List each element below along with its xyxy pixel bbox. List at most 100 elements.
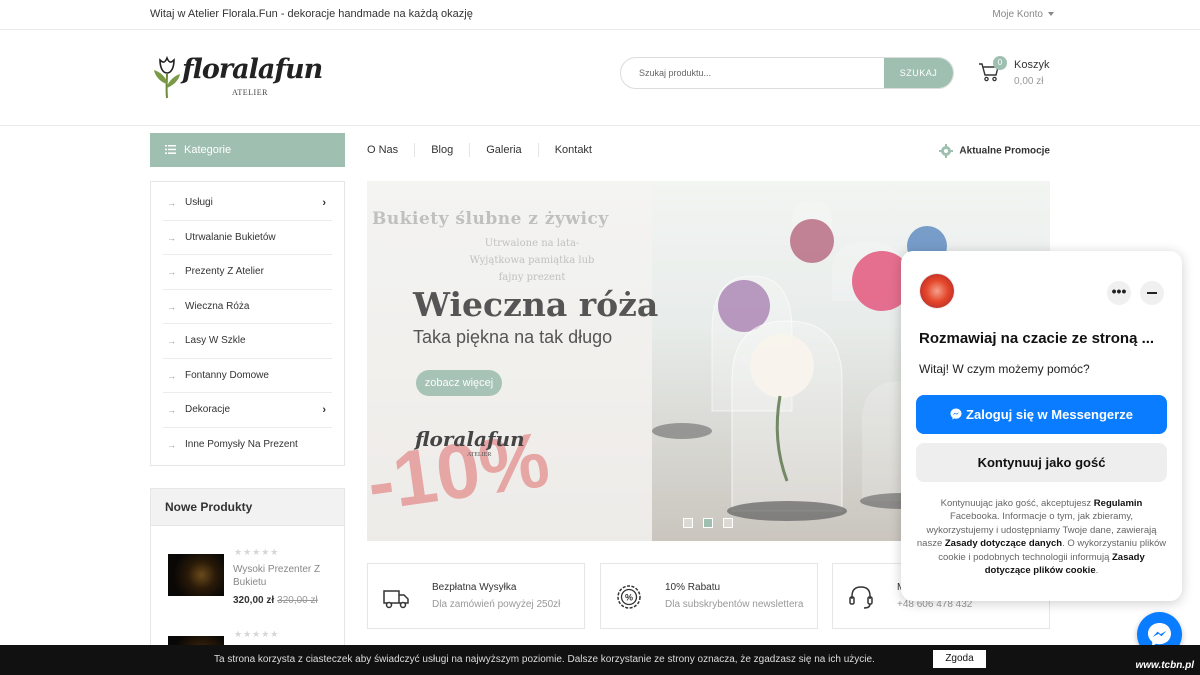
category-list: → Usługi › → Utrwalanie Bukietów → Prezenty …: [150, 181, 345, 466]
category-label: Lasy W Szkle: [185, 335, 246, 346]
nav-item-blog[interactable]: Blog: [414, 143, 469, 157]
messenger-chat-widget: ••• Rozmawiaj na czacie ze stroną ... Wi…: [901, 251, 1182, 601]
arrow-right-icon: →: [167, 336, 176, 346]
rating-stars-icon: ★★★★★: [234, 547, 280, 557]
welcome-text: Witaj w Atelier Florala.Fun - dekoracje …: [150, 8, 473, 20]
truck-icon: [383, 590, 409, 609]
more-options-icon[interactable]: •••: [1107, 281, 1131, 305]
messenger-login-button[interactable]: Zaloguj się w Messengerze: [916, 395, 1167, 434]
category-item-dekoracje[interactable]: → Dekoracje ›: [163, 393, 332, 428]
slide-logo-sub: ATELIER: [467, 452, 492, 458]
arrow-right-icon: →: [167, 198, 176, 208]
account-label: Moje Konto: [992, 9, 1043, 20]
info-title: Bezpłatna Wysyłka: [432, 582, 517, 593]
nav-item-galeria[interactable]: Galeria: [469, 143, 537, 157]
legal-text-1: Kontynuując jako gość, akceptujesz: [940, 498, 1094, 509]
gear-icon: [939, 144, 954, 158]
chevron-right-icon: ›: [322, 404, 326, 416]
category-item-inne-pomysly[interactable]: → Inne Pomysły Na Prezent: [163, 428, 332, 463]
bg-line: Utrwalone na lata-: [484, 238, 580, 249]
nav-item-o-nas[interactable]: O Nas: [367, 143, 414, 157]
category-label: Fontanny Domowe: [185, 369, 269, 381]
category-item-utrwalanie-bukietow[interactable]: → Utrwalanie Bukietów: [163, 221, 332, 255]
list-icon: [165, 145, 176, 154]
arrow-right-icon: →: [167, 439, 176, 450]
messenger-login-label: Zaloguj się w Messengerze: [966, 407, 1133, 422]
chat-greeting: Witaj! W czym możemy pomóc?: [919, 362, 1090, 376]
search-button[interactable]: SZUKAJ: [884, 58, 953, 88]
category-item-uslugi[interactable]: → Usługi ›: [163, 186, 332, 221]
account-menu[interactable]: Moje Konto: [992, 9, 1054, 20]
slider-dots: [683, 518, 733, 528]
price-old: 320,00 zł: [277, 595, 318, 606]
logo-subtitle: ATELIER: [232, 88, 268, 97]
main-nav: O Nas Blog Galeria Kontakt: [367, 133, 608, 167]
categories-button[interactable]: Kategorie: [150, 133, 345, 167]
info-box-discount: % 10% Rabatu Dla subskrybentów newslette…: [600, 563, 818, 629]
category-item-lasy-w-szkle[interactable]: → Lasy W Szkle: [163, 324, 332, 359]
slide-background-text: Utrwalone na lata- Wyjątkowa pamiątka lu…: [367, 235, 697, 286]
category-item-prezenty[interactable]: → Prezenty Z Atelier: [163, 255, 332, 290]
terms-link[interactable]: Regulamin: [1094, 498, 1143, 509]
top-bar: Witaj w Atelier Florala.Fun - dekoracje …: [0, 0, 1200, 30]
search-input[interactable]: [621, 58, 885, 88]
category-label: Utrwalanie Bukietów: [185, 231, 276, 243]
cookie-accept-button[interactable]: Zgoda: [933, 650, 986, 668]
site-logo[interactable]: floralafun ATELIER: [150, 54, 330, 104]
category-label: Usługi: [185, 197, 213, 208]
category-label: Prezenty Z Atelier: [185, 266, 264, 277]
arrow-right-icon: →: [167, 232, 176, 243]
slider-dot-1[interactable]: [683, 518, 693, 528]
logo-text: floralafun: [182, 54, 323, 85]
category-label: Wieczna Róża: [185, 300, 250, 312]
bg-line: Wyjątkowa pamiątka lub: [469, 255, 595, 266]
rating-stars-icon: ★★★★★: [234, 629, 280, 639]
product-card[interactable]: ★★★★★ Wysoki Prezenter Z Bukietu 320,00 …: [168, 547, 338, 617]
search-form: SZUKAJ: [620, 57, 954, 89]
continue-as-guest-button[interactable]: Kontynuuj jako gość: [916, 443, 1167, 482]
cookie-bar: Ta strona korzysta z ciasteczek aby świa…: [0, 645, 1200, 675]
info-desc: Dla zamówień powyżej 250zł: [432, 599, 561, 610]
cart[interactable]: 0 Koszyk 0,00 zł: [978, 56, 1058, 92]
nav-item-kontakt[interactable]: Kontakt: [537, 143, 608, 157]
category-item-fontanny[interactable]: → Fontanny Domowe: [163, 359, 332, 393]
watermark: www.tcbn.pl: [1135, 660, 1194, 671]
bg-line: fajny prezent: [498, 272, 566, 283]
new-products-title: Nowe Produkty: [151, 489, 344, 526]
messenger-icon: [950, 408, 962, 420]
headset-icon: [849, 586, 873, 609]
chat-title: Rozmawiaj na czacie ze stroną ...: [919, 330, 1155, 347]
promotions-link[interactable]: Aktualne Promocje: [939, 144, 1050, 158]
arrow-right-icon: →: [167, 370, 176, 381]
price-current: 320,00 zł: [233, 595, 275, 606]
legal-text-4: .: [1095, 565, 1099, 577]
product-name[interactable]: Wysoki Prezenter Z Bukietu: [233, 563, 333, 589]
categories-label: Kategorie: [184, 144, 232, 156]
info-desc: Dla subskrybentów newslettera: [665, 599, 804, 610]
info-title: 10% Rabatu: [665, 582, 721, 593]
cart-label: Koszyk: [1014, 59, 1050, 71]
slider-dot-2[interactable]: [703, 518, 713, 528]
product-image[interactable]: [168, 554, 224, 596]
cart-count-badge: 0: [993, 56, 1007, 70]
chat-legal-text: Kontynuując jako gość, akceptujesz Regul…: [916, 497, 1167, 577]
slide-tagline: Taka piękna na tak długo: [413, 327, 613, 347]
category-item-wieczna-roza[interactable]: → Wieczna Róża: [163, 290, 332, 324]
chevron-right-icon: ›: [322, 197, 326, 209]
page-avatar: [919, 273, 955, 309]
product-price: 320,00 zł 320,00 zł: [233, 595, 318, 606]
svg-text:%: %: [625, 593, 633, 603]
slide-heading: Wieczna róża: [413, 285, 659, 324]
category-label: Dekoracje: [185, 404, 231, 415]
slide-cta-button[interactable]: zobacz więcej: [416, 370, 502, 396]
tulip-logo-icon: [154, 55, 180, 99]
cookie-text: Ta strona korzysta z ciasteczek aby świa…: [214, 654, 875, 665]
minimize-icon[interactable]: [1140, 281, 1164, 305]
data-policy-link[interactable]: Zasady dotyczące danych: [945, 538, 1062, 549]
header: floralafun ATELIER SZUKAJ 0 Koszyk 0,00 …: [0, 30, 1200, 126]
slider-dot-3[interactable]: [723, 518, 733, 528]
discount-icon: %: [617, 585, 641, 609]
cart-total: 0,00 zł: [1014, 76, 1044, 87]
arrow-right-icon: →: [167, 267, 176, 277]
arrow-right-icon: →: [167, 405, 176, 415]
